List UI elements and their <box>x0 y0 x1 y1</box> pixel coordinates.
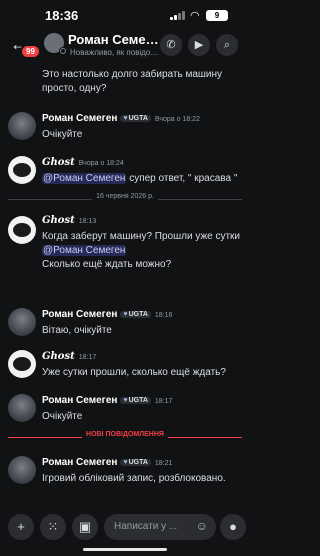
author-name[interactable]: Ghost <box>42 351 75 362</box>
wifi-icon: ◠ <box>190 10 200 22</box>
gift-icon: ▣ <box>78 519 92 534</box>
phone-icon: ✆ <box>166 39 176 51</box>
apps-button[interactable]: ⁙ <box>40 514 66 540</box>
avatar[interactable] <box>8 456 36 484</box>
timestamp: Вчора о 18:22 <box>154 116 200 123</box>
role-tag: ♥UGTA <box>120 311 151 318</box>
unread-badge: 99 <box>20 44 41 59</box>
status-bar: 18:36 ◠ 9 <box>0 0 250 30</box>
status-time: 18:36 <box>45 8 79 23</box>
author-name[interactable]: Роман Семеген <box>42 457 117 468</box>
role-tag: ♥UGTA <box>120 397 151 404</box>
author-name[interactable]: Ghost <box>42 157 75 168</box>
message-text: Вітаю, очікуйте <box>42 325 112 336</box>
author-line: Ghost Вчора о 18:24 <box>42 157 124 168</box>
avatar[interactable] <box>8 112 36 140</box>
author-name[interactable]: Ghost <box>42 215 75 226</box>
avatar[interactable] <box>8 216 36 244</box>
signal-icon <box>170 10 186 20</box>
timestamp: 18:13 <box>78 218 97 225</box>
role-tag: ♥UGTA <box>120 459 151 466</box>
emoji-icon[interactable]: ☺ <box>196 519 208 533</box>
status-indicator <box>59 47 67 55</box>
channel-title[interactable]: Роман Семеген <box>68 32 160 47</box>
message-text: @Роман Семеген супер ответ, " красава " <box>42 173 238 184</box>
avatar[interactable] <box>8 156 36 184</box>
timestamp: 18:21 <box>154 460 173 467</box>
home-indicator <box>83 548 167 551</box>
user-mention[interactable]: @Роман Семеген <box>42 173 127 184</box>
message-text: Очікуйте <box>42 129 83 140</box>
avatar[interactable] <box>8 350 36 378</box>
voice-button[interactable]: ● <box>220 514 246 540</box>
microphone-icon: ● <box>229 519 237 534</box>
avatar[interactable] <box>8 394 36 422</box>
timestamp: 18:17 <box>78 354 97 361</box>
video-icon: ▶ <box>194 39 204 51</box>
message-text: Ігровий обліковий запис, розблоковано. <box>42 473 226 484</box>
new-messages-divider: НОВІ ПОВІДОМЛЕННЯ <box>8 431 242 443</box>
author-line: Роман Семеген ♥UGTA 18:16 <box>42 309 172 320</box>
message-text: Когда заберут машину? Прошли уже сутки @… <box>42 231 241 270</box>
apps-icon: ⁙ <box>47 519 59 534</box>
timestamp: 18:17 <box>154 398 173 405</box>
battery-icon: 9 <box>206 10 228 21</box>
role-tag: ♥UGTA <box>120 115 151 122</box>
message-list[interactable]: Это настолько долго забирать машину прос… <box>0 62 250 504</box>
video-button[interactable]: ▶ <box>188 34 210 56</box>
message-text: Очікуйте <box>42 411 83 422</box>
new-messages-label: НОВІ ПОВІДОМЛЕННЯ <box>82 431 168 438</box>
avatar[interactable] <box>8 308 36 336</box>
timestamp: 18:16 <box>154 312 173 319</box>
search-icon: ⌕ <box>223 39 231 51</box>
gift-button[interactable]: ▣ <box>72 514 98 540</box>
message-composer: + ⁙ ▣ Написати у ... ☺ ● <box>0 510 250 544</box>
chat-header: ← 99 Роман Семеген Новажливо, як повідом… <box>0 30 250 62</box>
shield-icon: ♥ <box>123 459 128 466</box>
call-button[interactable]: ✆ <box>160 34 182 56</box>
shield-icon: ♥ <box>123 311 128 318</box>
author-line: Ghost 18:17 <box>42 351 96 362</box>
author-line: Роман Семеген ♥UGTA Вчора о 18:22 <box>42 113 200 124</box>
message-text: Это настолько долго забирать машину прос… <box>42 69 223 94</box>
message-input[interactable]: Написати у ... ☺ <box>104 514 216 540</box>
search-button[interactable]: ⌕ <box>216 34 238 56</box>
plus-icon: + <box>17 519 25 534</box>
author-name[interactable]: Роман Семеген <box>42 395 117 406</box>
message-input-placeholder: Написати у ... <box>114 521 178 532</box>
author-line: Роман Семеген ♥UGTA 18:21 <box>42 457 172 468</box>
date-divider: 16 червня 2026 р. <box>8 193 242 205</box>
user-mention[interactable]: @Роман Семеген <box>42 245 127 256</box>
channel-subtitle: Новажливо, як повідомл... <box>70 48 160 57</box>
message-text: Уже сутки прошли, сколько ещё ждать? <box>42 367 226 378</box>
timestamp: Вчора о 18:24 <box>78 160 124 167</box>
author-name[interactable]: Роман Семеген <box>42 113 117 124</box>
add-button[interactable]: + <box>8 514 34 540</box>
author-line: Роман Семеген ♥UGTA 18:17 <box>42 395 172 406</box>
shield-icon: ♥ <box>123 115 128 122</box>
shield-icon: ♥ <box>123 397 128 404</box>
author-name[interactable]: Роман Семеген <box>42 309 117 320</box>
date-label: 16 червня 2026 р. <box>92 193 158 200</box>
author-line: Ghost 18:13 <box>42 215 96 226</box>
